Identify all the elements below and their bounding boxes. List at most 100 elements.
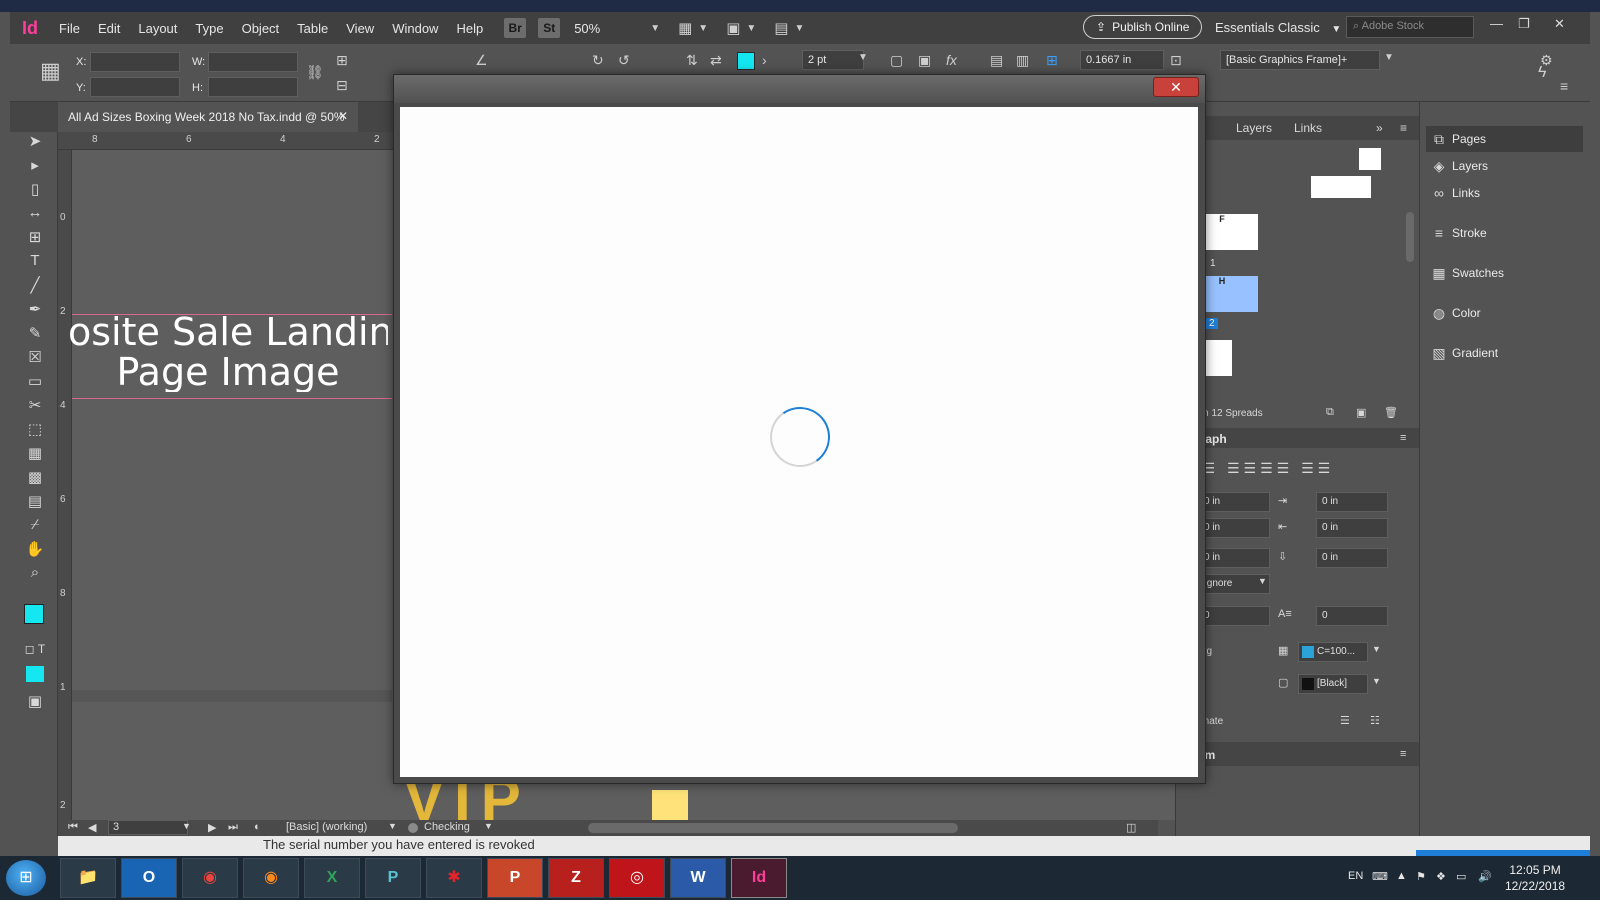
next-page-icon[interactable]: ▶: [208, 821, 216, 834]
first-page-icon[interactable]: ⏮: [68, 821, 78, 834]
last-page-icon[interactable]: ⏭: [228, 821, 238, 834]
free-transform-tool-icon[interactable]: ⬚: [24, 420, 46, 442]
drop-cap-lines-field[interactable]: 0: [1198, 606, 1270, 626]
zoom-level[interactable]: 50%: [574, 21, 644, 36]
dock-layers[interactable]: ◈ Layers: [1426, 153, 1583, 179]
auto-fit-icon[interactable]: ⊞: [1046, 52, 1058, 69]
screen-mode-icon[interactable]: ▣: [726, 19, 740, 37]
menu-window[interactable]: Window: [383, 21, 447, 36]
formatting-container-icon[interactable]: ◻ T: [24, 642, 46, 664]
language-indicator[interactable]: EN: [1348, 870, 1363, 882]
preflight-label[interactable]: Checking: [424, 821, 470, 833]
taskbar-firefox[interactable]: ◉: [243, 858, 299, 898]
taskbar-splat-app[interactable]: ✱: [426, 858, 482, 898]
chevron-down-icon[interactable]: ▼: [484, 821, 493, 831]
fill-color-icon[interactable]: [24, 604, 44, 624]
pages-scrollbar[interactable]: [1406, 212, 1414, 262]
delete-page-icon[interactable]: 🗑: [1384, 406, 1398, 419]
hand-tool-icon[interactable]: ✋: [24, 540, 46, 562]
document-tab[interactable]: All Ad Sizes Boxing Week 2018 No Tax.ind…: [58, 102, 358, 132]
previous-page-icon[interactable]: ◀: [88, 821, 96, 834]
split-window-icon[interactable]: ◫: [1126, 821, 1136, 834]
shading-icon[interactable]: ▦: [1278, 644, 1288, 657]
alignment-buttons-icon[interactable]: ☰☰ ☰☰☰☰ ☰☰: [1186, 460, 1334, 477]
chevron-down-icon[interactable]: ▼: [794, 23, 804, 34]
horizontal-scrollbar[interactable]: [588, 823, 958, 833]
left-indent-field[interactable]: 0 in: [1198, 492, 1270, 512]
system-clock[interactable]: 12:05 PM 12/22/2018: [1505, 862, 1565, 894]
restore-icon[interactable]: ❐: [1518, 16, 1530, 32]
flip-vertical-icon[interactable]: ⇅: [686, 52, 698, 69]
canvas-headline[interactable]: osite Sale Landing Page Image: [68, 312, 388, 392]
taskbar-outlook[interactable]: O: [121, 858, 177, 898]
tab-layers[interactable]: Layers: [1236, 121, 1272, 135]
scissors-tool-icon[interactable]: ✂: [24, 396, 46, 418]
drop-cap-chars-field[interactable]: 0: [1316, 606, 1388, 626]
border-icon[interactable]: ▢: [1278, 676, 1288, 689]
chevron-down-icon[interactable]: ▼: [698, 23, 708, 34]
double-chevron-icon[interactable]: »: [1376, 121, 1383, 135]
fill-swatch[interactable]: [737, 52, 755, 70]
w-field[interactable]: [208, 52, 298, 72]
chevron-down-icon[interactable]: ▼: [182, 821, 191, 831]
bridge-button[interactable]: Br: [504, 18, 527, 38]
taskbar-excel[interactable]: X: [304, 858, 360, 898]
content-collector-icon[interactable]: ⊞: [24, 228, 46, 250]
view-options-icon[interactable]: ▦: [678, 19, 692, 37]
line-tool-icon[interactable]: ╱: [24, 276, 46, 298]
chevron-down-icon[interactable]: ▼: [650, 23, 660, 34]
type-tool-icon[interactable]: T: [24, 252, 46, 274]
gradient-tool-icon[interactable]: ▦: [24, 444, 46, 466]
minimize-icon[interactable]: —: [1490, 16, 1503, 31]
pencil-tool-icon[interactable]: ✎: [24, 324, 46, 346]
taskbar-explorer[interactable]: 📁: [60, 858, 116, 898]
taskbar-filezilla[interactable]: Z: [548, 858, 604, 898]
rotate-ccw-icon[interactable]: ↺: [618, 52, 630, 69]
panel-menu-icon[interactable]: ≡: [1400, 121, 1407, 135]
panel-menu-icon[interactable]: ≡: [1560, 78, 1568, 94]
taskbar-indesign[interactable]: Id: [731, 858, 787, 898]
y-field[interactable]: [90, 77, 180, 97]
object-style-field[interactable]: [Basic Graphics Frame]+: [1220, 50, 1380, 70]
rectangle-tool-icon[interactable]: ▭: [24, 372, 46, 394]
dock-pages[interactable]: ⧉ Pages: [1426, 126, 1583, 152]
flag-icon[interactable]: ⚑: [1416, 870, 1426, 883]
gradient-feather-tool-icon[interactable]: ▩: [24, 468, 46, 490]
chevron-right-icon[interactable]: ›: [762, 52, 767, 68]
effects-icon[interactable]: fx: [946, 52, 957, 68]
rectangle-frame-tool-icon[interactable]: ☒: [24, 348, 46, 370]
menu-view[interactable]: View: [337, 21, 383, 36]
taskbar-word[interactable]: W: [670, 858, 726, 898]
object-style-icon[interactable]: ⊡: [1170, 52, 1182, 69]
taskbar-project[interactable]: P: [365, 858, 421, 898]
chevron-down-icon[interactable]: ▼: [1258, 576, 1267, 586]
arrange-documents-icon[interactable]: ▤: [774, 19, 788, 37]
first-line-indent-field[interactable]: 0 in: [1198, 518, 1270, 538]
gap-tool-icon[interactable]: ↔: [24, 204, 46, 226]
menu-edit[interactable]: Edit: [89, 21, 129, 36]
menu-help[interactable]: Help: [447, 21, 492, 36]
rotate-cw-icon[interactable]: ↻: [592, 52, 604, 69]
menu-object[interactable]: Object: [233, 21, 289, 36]
adobe-stock-search[interactable]: ⌕ Adobe Stock: [1346, 16, 1474, 38]
right-indent-field[interactable]: 0 in: [1316, 492, 1388, 512]
space-after-field[interactable]: 0 in: [1316, 548, 1388, 568]
dialog-title-bar[interactable]: [394, 75, 1205, 103]
direct-selection-tool-icon[interactable]: ▸: [24, 156, 46, 178]
stock-button[interactable]: St: [538, 18, 561, 38]
selection-tool-icon[interactable]: ➤: [24, 132, 46, 154]
volume-icon[interactable]: 🔊: [1478, 870, 1492, 883]
chevron-down-icon[interactable]: ▼: [1372, 676, 1381, 686]
text-wrap-icon[interactable]: ▤: [990, 52, 1003, 69]
dock-links[interactable]: ∞ Links: [1426, 180, 1583, 206]
reference-point-icon[interactable]: ▦: [40, 58, 61, 84]
constrain-proportions-icon[interactable]: ⛓: [306, 64, 324, 81]
preview-icon[interactable]: ◐: [254, 821, 261, 833]
close-icon[interactable]: ✕: [1554, 16, 1565, 32]
menu-table[interactable]: Table: [288, 21, 337, 36]
page-number-field[interactable]: 3: [108, 820, 188, 835]
last-line-indent-field[interactable]: 0 in: [1316, 518, 1388, 538]
screen-mode-icon[interactable]: ▣: [24, 692, 46, 714]
keyboard-icon[interactable]: ⌨: [1372, 870, 1388, 883]
edit-page-size-icon[interactable]: ⧉: [1326, 406, 1334, 419]
